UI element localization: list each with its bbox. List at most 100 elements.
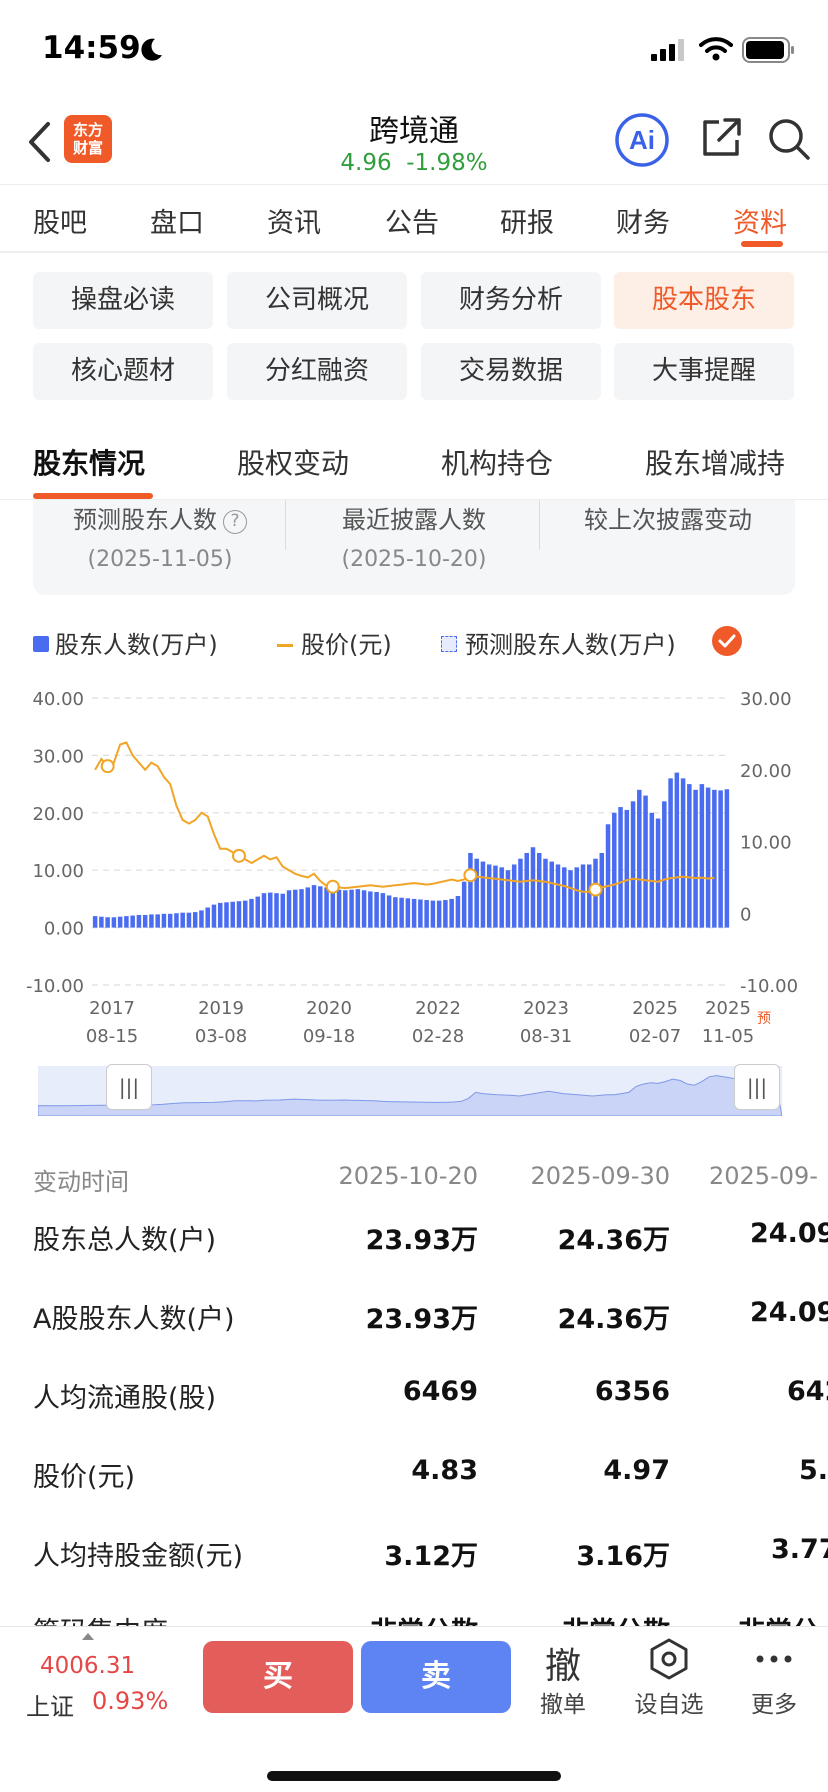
x-tick-label-date: 08-31	[520, 1026, 572, 1047]
bar	[687, 784, 692, 928]
chart-range-navigator[interactable]: ||| |||	[38, 1064, 782, 1116]
bar	[336, 889, 342, 928]
bar	[142, 914, 148, 928]
bar	[436, 900, 442, 928]
bar	[361, 890, 367, 928]
bar	[205, 907, 210, 928]
tab-guba[interactable]: 股吧	[33, 201, 87, 240]
buy-button[interactable]: 买	[203, 1641, 353, 1713]
bar	[330, 889, 336, 928]
sell-button[interactable]: 卖	[361, 1641, 511, 1713]
bar	[655, 818, 661, 928]
bar	[693, 789, 698, 928]
index-change[interactable]: 0.93%	[92, 1687, 168, 1715]
chip-major-events[interactable]: 大事提醒	[614, 343, 794, 400]
stat-change-label: 较上次披露变动	[584, 506, 752, 534]
bar	[99, 916, 104, 928]
tab-profile[interactable]: 资料	[733, 201, 787, 240]
bar	[536, 852, 542, 928]
y-tick-label-right: -10.00	[740, 976, 798, 997]
tab-news[interactable]: 资讯	[267, 201, 321, 240]
bar	[524, 852, 529, 928]
navigator-handle-right[interactable]: |||	[734, 1064, 780, 1110]
y-tick-label-right: 10.00	[740, 833, 792, 854]
bar	[211, 904, 217, 928]
bar	[712, 789, 717, 928]
share-icon[interactable]	[699, 116, 743, 160]
checkmark-icon[interactable]	[712, 626, 742, 656]
bar	[543, 858, 548, 928]
bar	[286, 890, 292, 928]
x-tick-label-year: 2022	[415, 998, 461, 1019]
cancel-order-icon: 撤	[544, 1646, 581, 1687]
chip-financial-analysis[interactable]: 财务分析	[421, 272, 601, 329]
subtab-equity-changes[interactable]: 股权变动	[237, 442, 349, 482]
legend-holders[interactable]: 股东人数(万户)	[33, 625, 218, 660]
table-row: 股东总人数(户) 23.93万 24.36万 24.09	[33, 1218, 828, 1256]
bottom-trade-bar: 4006.31 上证 0.93% 买 卖 撤 撤单 设自选 更多	[0, 1626, 828, 1792]
chip-trading-guide[interactable]: 操盘必读	[33, 272, 213, 329]
bar	[705, 787, 711, 928]
y-tick-label-right: 30.00	[740, 689, 792, 710]
bar	[530, 847, 536, 928]
ai-assistant-icon[interactable]: Ai	[614, 112, 670, 168]
bar	[618, 807, 623, 928]
bar	[455, 896, 461, 928]
bar	[549, 861, 554, 928]
stat-forecast-date: (2025-11-05)	[87, 547, 233, 572]
tab-research[interactable]: 研报	[500, 201, 554, 240]
stat-latest-date: (2025-10-20)	[341, 547, 487, 572]
watchlist-icon	[650, 1638, 688, 1680]
bar	[167, 913, 173, 928]
bar	[424, 900, 429, 928]
chip-core-themes[interactable]: 核心题材	[33, 343, 213, 400]
more-button[interactable]: 更多	[729, 1637, 819, 1719]
bar	[474, 858, 479, 928]
subtab-institution-holdings[interactable]: 机构持仓	[441, 442, 553, 482]
chip-dividends[interactable]: 分红融资	[227, 343, 407, 400]
chip-shareholders[interactable]: 股本股东	[614, 272, 794, 329]
bar	[486, 864, 492, 928]
bar	[393, 897, 398, 928]
bar	[637, 789, 642, 928]
navigator-handle-left[interactable]: |||	[106, 1064, 152, 1110]
bar	[192, 912, 198, 928]
index-value[interactable]: 4006.31	[40, 1653, 135, 1679]
shareholder-chart: 40.00 30.00 20.00 10.00 0.00 -10.00 30.00 20.00…	[26, 689, 798, 1047]
y-tick-label-left: 10.00	[32, 861, 84, 882]
table-row: 人均流通股(股) 6469 6356 642	[33, 1376, 828, 1414]
stat-change: 较上次披露变动	[541, 500, 795, 580]
cancel-order-button[interactable]: 撤 撤单	[518, 1637, 608, 1719]
stat-divider	[539, 500, 540, 550]
subtab-shareholder-status[interactable]: 股东情况	[33, 442, 145, 482]
stock-price: 4.96	[340, 150, 392, 176]
tab-announcements[interactable]: 公告	[385, 201, 439, 240]
search-icon[interactable]	[766, 116, 812, 162]
bar	[430, 900, 436, 928]
x-tick-label-year: 2020	[306, 998, 352, 1019]
bar	[662, 801, 667, 928]
add-watchlist-button[interactable]: 设自选	[624, 1637, 714, 1719]
bar	[180, 912, 185, 928]
table-header-date: 2025-10-20	[338, 1162, 478, 1190]
svg-text:Ai: Ai	[629, 125, 655, 155]
tab-finance[interactable]: 财务	[616, 201, 670, 240]
tab-pankou[interactable]: 盘口	[150, 201, 204, 240]
chip-company-overview[interactable]: 公司概况	[227, 272, 407, 329]
subtab-holding-changes[interactable]: 股东增减持	[645, 442, 785, 482]
bar	[643, 795, 648, 928]
index-expand-caret-icon[interactable]	[82, 1633, 94, 1640]
chip-trading-data[interactable]: 交易数据	[421, 343, 601, 400]
bar	[130, 915, 135, 928]
help-icon[interactable]: ?	[223, 510, 247, 534]
legend-price[interactable]: 股价(元)	[277, 625, 392, 660]
bar	[668, 778, 673, 928]
index-name[interactable]: 上证	[26, 1687, 74, 1722]
bar	[468, 852, 473, 928]
bar	[324, 887, 329, 928]
bar	[242, 900, 248, 928]
bar	[261, 893, 267, 928]
legend-forecast[interactable]: 预测股东人数(万户)	[441, 625, 676, 660]
bar	[236, 901, 242, 928]
price-point-marker	[100, 759, 115, 774]
